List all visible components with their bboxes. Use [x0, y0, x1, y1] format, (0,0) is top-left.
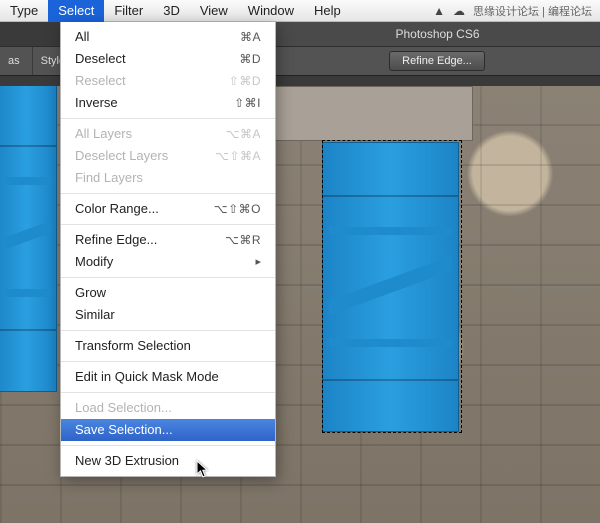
menu-item-label: Find Layers [75, 169, 143, 187]
menu-select[interactable]: Select [48, 0, 104, 22]
menu-separator [61, 277, 275, 278]
menubar-right: ▲ ☁ 思缘设计论坛 | 编程论坛 [433, 3, 600, 19]
menu-item-similar[interactable]: Similar [61, 304, 275, 326]
menu-item-shortcut: ⇧⌘I [234, 94, 261, 112]
menu-item-grow[interactable]: Grow [61, 282, 275, 304]
menu-item-label: Edit in Quick Mask Mode [75, 368, 219, 386]
menu-item-shortcut: ⌥⇧⌘O [214, 200, 261, 218]
menu-3d[interactable]: 3D [153, 0, 190, 22]
menu-item-deselect[interactable]: Deselect ⌘D [61, 48, 275, 70]
menu-item-shortcut: ⌥⌘R [225, 231, 261, 249]
menu-item-save-selection[interactable]: Save Selection... [61, 419, 275, 441]
menu-item-label: Grow [75, 284, 106, 302]
stone-lintel [273, 86, 473, 141]
menu-item-label: Deselect Layers [75, 147, 168, 165]
menu-filter[interactable]: Filter [104, 0, 153, 22]
menu-type[interactable]: Type [0, 0, 48, 22]
menu-item-edit-in-quick-mask-mode[interactable]: Edit in Quick Mask Mode [61, 366, 275, 388]
menu-item-load-selection: Load Selection... [61, 397, 275, 419]
menu-view[interactable]: View [190, 0, 238, 22]
menu-item-refine-edge[interactable]: Refine Edge... ⌥⌘R [61, 229, 275, 251]
feather-label: as [8, 55, 20, 67]
menu-separator [61, 224, 275, 225]
menu-separator [61, 392, 275, 393]
menu-item-label: Transform Selection [75, 337, 191, 355]
menu-item-shortcut: ⌘D [239, 50, 261, 68]
shutter-left [0, 86, 57, 392]
menu-item-label: Similar [75, 306, 115, 324]
cloud-icon[interactable]: ☁ [453, 4, 465, 18]
select-menu-dropdown[interactable]: All ⌘A Deselect ⌘D Reselect ⇧⌘D Inverse ⇧⌘I All … [60, 22, 276, 477]
menu-item-shortcut: ⇧⌘D [229, 72, 261, 90]
menu-item-transform-selection[interactable]: Transform Selection [61, 335, 275, 357]
menu-separator [61, 361, 275, 362]
menu-item-label: All [75, 28, 89, 46]
mac-menubar: Type Select Filter 3D View Window Help ▲… [0, 0, 600, 22]
menu-item-new-3d-extrusion[interactable]: New 3D Extrusion [61, 450, 275, 472]
menu-item-all-layers: All Layers ⌥⌘A [61, 123, 275, 145]
menu-separator [61, 193, 275, 194]
menu-item-find-layers: Find Layers [61, 167, 275, 189]
menu-item-inverse[interactable]: Inverse ⇧⌘I [61, 92, 275, 114]
menu-item-label: All Layers [75, 125, 132, 143]
menu-separator [61, 330, 275, 331]
menu-item-reselect: Reselect ⇧⌘D [61, 70, 275, 92]
menu-item-label: Save Selection... [75, 421, 173, 439]
watermark-text: 思缘设计论坛 | 编程论坛 [473, 3, 592, 19]
menu-item-label: Inverse [75, 94, 118, 112]
menu-item-all[interactable]: All ⌘A [61, 26, 275, 48]
menu-item-deselect-layers: Deselect Layers ⌥⇧⌘A [61, 145, 275, 167]
menu-help[interactable]: Help [304, 0, 351, 22]
menu-item-shortcut: ⌥⌘A [226, 125, 261, 143]
options-left: as [0, 47, 33, 75]
menu-item-shortcut: ⌘A [240, 28, 261, 46]
menu-item-label: Load Selection... [75, 399, 172, 417]
menu-item-shortcut: ⌥⇧⌘A [215, 147, 261, 165]
refine-edge-button[interactable]: Refine Edge... [389, 51, 485, 71]
menu-item-label: Reselect [75, 72, 126, 90]
menu-item-label: Deselect [75, 50, 126, 68]
app-title-bar: Photoshop CS6 [275, 22, 600, 46]
menu-item-label: Color Range... [75, 200, 159, 218]
selection-marquee[interactable] [322, 140, 462, 433]
menu-item-label: Modify [75, 253, 113, 271]
menu-item-label: Refine Edge... [75, 231, 157, 249]
menu-item-modify[interactable]: Modify [61, 251, 275, 273]
menu-item-color-range[interactable]: Color Range... ⌥⇧⌘O [61, 198, 275, 220]
drive-icon[interactable]: ▲ [433, 4, 445, 18]
menu-separator [61, 118, 275, 119]
menu-window[interactable]: Window [238, 0, 304, 22]
menu-separator [61, 445, 275, 446]
menu-item-label: New 3D Extrusion [75, 452, 179, 470]
